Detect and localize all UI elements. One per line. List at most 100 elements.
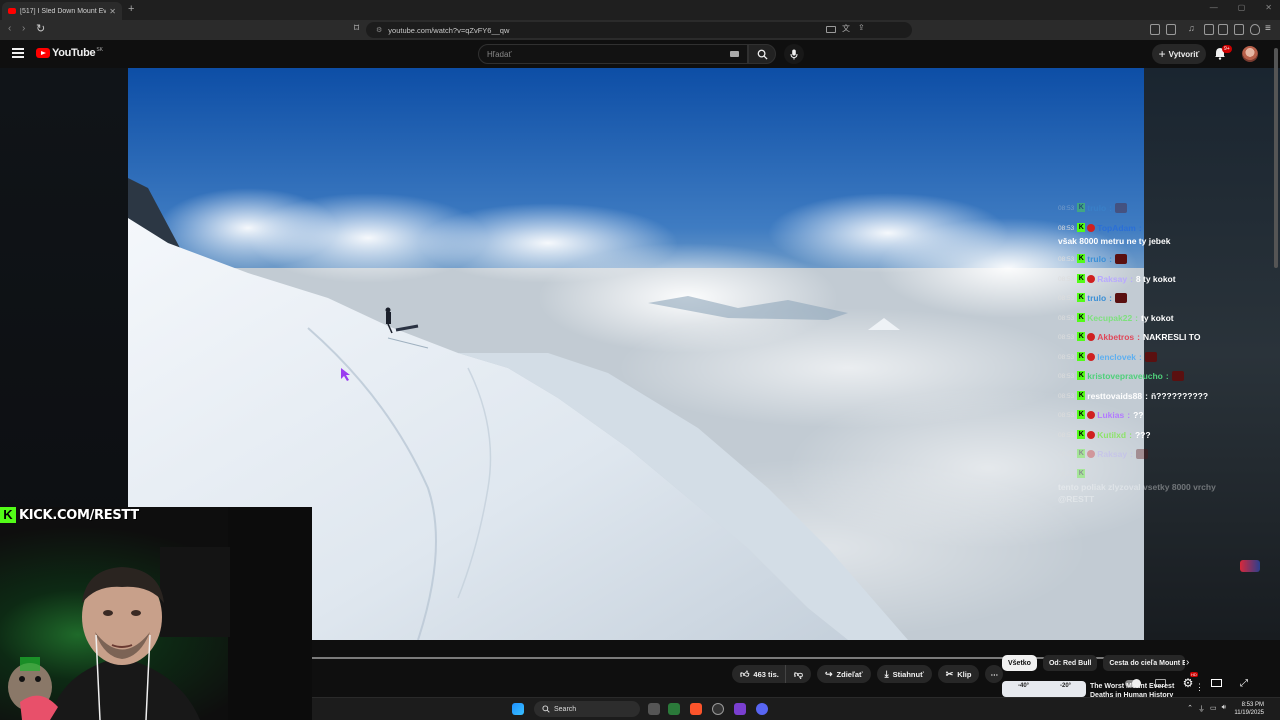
share-label: Zdieľať <box>836 669 863 679</box>
chat-timestamp: 08:53 <box>1058 275 1075 283</box>
maximize-icon[interactable]: ▢ <box>1238 3 1246 12</box>
youtube-play-icon <box>36 48 50 58</box>
video-actions: 👍︎ 463 tis. 👎︎ ↪ Zdieľať ⤓ Stiahnuť ✂ Kl… <box>732 665 1004 683</box>
chat-text: však 8000 metru ne ty jebek <box>1058 235 1171 246</box>
chat-separator: : <box>1109 293 1113 303</box>
brave-browser-icon[interactable] <box>690 703 702 715</box>
music-icon[interactable]: ♫ <box>1188 23 1198 34</box>
dislike-button[interactable]: 👎︎ <box>784 665 811 683</box>
download-button[interactable]: ⤓ Stiahnuť <box>876 665 932 683</box>
youtube-logo[interactable]: YouTube SK <box>36 47 103 59</box>
site-info-icon[interactable]: ⚙ <box>376 26 382 34</box>
chat-separator: : <box>1109 203 1113 213</box>
task-view-icon[interactable] <box>648 703 660 715</box>
kick-badge-icon: K <box>1077 449 1086 458</box>
hamburger-menu-icon[interactable] <box>12 48 24 58</box>
subscriber-badge-icon <box>1087 333 1096 341</box>
miniplayer-icon[interactable] <box>1208 676 1224 690</box>
discord-icon[interactable] <box>756 703 768 715</box>
bookmark-icon[interactable]: ⌑ <box>354 23 359 34</box>
clip-button[interactable]: ✂ Klip <box>937 665 980 683</box>
chat-message: 08:53 K Akbetros: NAKRESLI TO <box>1058 331 1238 344</box>
chat-separator: : <box>1127 410 1131 420</box>
chat-message: 08:53 Ktento poliak zlyzoval vsetky 8000 … <box>1058 468 1238 505</box>
chat-emote-icon <box>1115 293 1128 303</box>
extension-icon[interactable] <box>1150 24 1160 35</box>
downloads-icon[interactable] <box>1234 24 1244 35</box>
chat-separator: : <box>1138 222 1142 233</box>
chat-username: lenclovek <box>1097 351 1137 362</box>
chat-separator: : <box>1165 371 1169 381</box>
translate-icon[interactable]: 文 <box>842 23 850 34</box>
like-button[interactable]: 👍︎ 463 tis. <box>732 665 785 683</box>
forward-icon[interactable]: › <box>22 23 25 34</box>
chat-text: ?? <box>1133 410 1144 420</box>
clip-label: Klip <box>957 669 972 679</box>
kick-chat-overlay: 08:53 Ktrulo:08:53 K TopAdam: však 8000 metr… <box>1058 202 1238 511</box>
microphone-icon <box>790 49 798 59</box>
excel-icon[interactable] <box>668 703 680 715</box>
chip-related[interactable]: Cesta do cieľa Mount Ev <box>1103 655 1186 671</box>
chat-emote-icon <box>1144 351 1157 362</box>
kick-badge-icon: K <box>1077 293 1086 302</box>
chat-timestamp: 08:53 <box>1058 470 1075 478</box>
browser-tab[interactable]: [517] I Sled Down Mount Everest ✕ <box>2 2 122 20</box>
minimize-icon[interactable]: — <box>1210 3 1218 12</box>
more-actions-button[interactable]: ⋯ <box>985 665 1004 683</box>
taskbar-search-icon <box>542 705 550 713</box>
network-icon[interactable]: ▭ <box>1210 704 1217 714</box>
back-icon[interactable]: ‹ <box>8 23 11 34</box>
chat-username: Lukias <box>1097 410 1125 420</box>
chat-emote-icon <box>1115 254 1128 264</box>
chat-text: ň?????????? <box>1150 390 1209 401</box>
subscriber-badge-icon <box>1087 450 1096 458</box>
taskbar-search[interactable]: Search <box>534 701 640 717</box>
kick-badge-icon: K <box>1077 468 1086 478</box>
thumbnail-temp-2: -20° <box>1060 683 1072 689</box>
thumbnail-temp-1: -40° <box>1018 683 1030 689</box>
wallet-icon[interactable] <box>1166 24 1176 35</box>
chat-timestamp: 08:53 <box>1058 412 1075 419</box>
chat-emote-icon <box>1171 371 1184 381</box>
logo-text: YouTube <box>52 47 96 59</box>
chip-from-red-bull[interactable]: Od: Red Bull <box>1042 655 1098 671</box>
windows-start-icon[interactable] <box>512 703 524 715</box>
recommendation-chips: Všetko Od: Red Bull Cesta do cieľa Mount… <box>1002 655 1186 671</box>
close-window-icon[interactable]: ✕ <box>1265 3 1272 12</box>
keyboard-icon[interactable] <box>730 51 739 57</box>
create-button[interactable]: + Vytvoriť <box>1152 44 1206 64</box>
usb-icon[interactable]: ⏚ <box>1198 704 1205 714</box>
share-page-icon[interactable]: ⇪ <box>858 23 865 32</box>
chat-separator: : <box>1109 254 1113 264</box>
twitch-icon[interactable] <box>734 703 746 715</box>
clock-time: 8:53 PM <box>1241 702 1264 708</box>
share-button[interactable]: ↪ Zdieľať <box>816 665 871 683</box>
vpn-shield-icon[interactable] <box>1250 24 1260 35</box>
voice-search-button[interactable] <box>784 44 804 64</box>
obs-icon[interactable] <box>712 703 724 715</box>
account-avatar[interactable] <box>1242 46 1258 62</box>
new-tab-button[interactable]: + <box>128 3 134 15</box>
scissors-icon: ✂ <box>945 668 954 679</box>
reload-icon[interactable]: ↻ <box>36 22 45 35</box>
recommended-thumbnail[interactable]: -40° -20° <box>1002 681 1086 697</box>
system-tray: ⌃ ⏚ ▭ 🔊︎ <box>1187 704 1226 714</box>
chat-text: ??? <box>1134 429 1151 440</box>
recommended-menu-icon[interactable]: ⋮ <box>1195 682 1204 693</box>
volume-icon[interactable]: 🔊︎ <box>1222 704 1226 714</box>
search-button[interactable] <box>748 44 776 64</box>
sidebar-toggle-icon[interactable] <box>1204 24 1214 35</box>
clock-date: 11/19/2025 <box>1234 710 1264 716</box>
browser-menu-icon[interactable]: ≡ <box>1265 23 1271 34</box>
system-clock[interactable]: 8:53 PM 11/19/2025 <box>1234 701 1264 717</box>
tray-chevron-icon[interactable]: ⌃ <box>1187 704 1193 714</box>
search-input[interactable] <box>487 49 707 59</box>
close-tab-icon[interactable]: ✕ <box>109 7 116 16</box>
chat-message: 08:53 Kkristovepraveucho: <box>1058 370 1238 383</box>
cast-icon[interactable] <box>826 26 836 33</box>
page-scrollbar[interactable] <box>1274 48 1278 268</box>
chip-all[interactable]: Všetko <box>1002 655 1037 671</box>
fullscreen-icon[interactable]: ⤢ <box>1236 676 1252 690</box>
tab-search-icon[interactable] <box>1218 24 1228 35</box>
chips-next-icon[interactable]: › <box>1186 657 1189 668</box>
